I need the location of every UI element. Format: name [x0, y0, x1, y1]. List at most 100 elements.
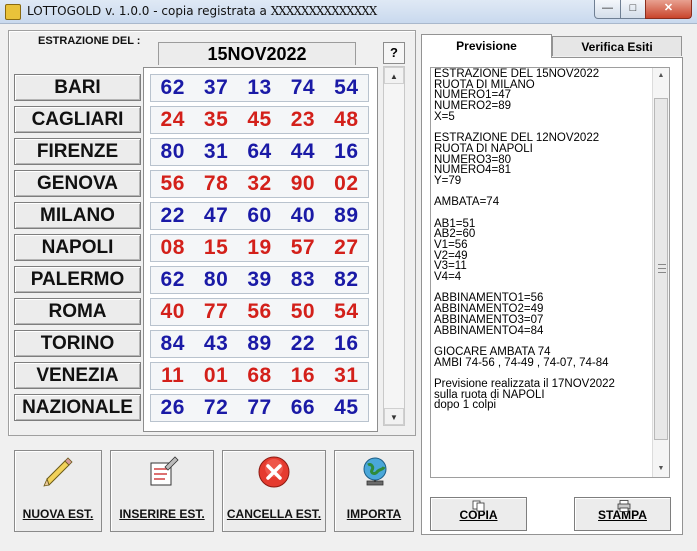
tab-forecast[interactable]: Previsione	[421, 34, 552, 58]
help-button[interactable]: ?	[383, 42, 405, 64]
memo-scroll-thumb[interactable]	[654, 98, 668, 440]
drawn-number: 82	[334, 268, 359, 291]
minimize-button[interactable]: —	[594, 0, 621, 19]
drawn-number: 01	[203, 364, 229, 387]
forecast-line: X=5	[434, 110, 455, 123]
memo-scroll-up-icon[interactable]: ▲	[653, 68, 669, 84]
drawn-number: 89	[247, 332, 272, 355]
drawn-number: 62	[160, 76, 185, 99]
extraction-label: ESTRAZIONE DEL :	[38, 35, 141, 47]
wheel-button-torino[interactable]: TORINO	[14, 330, 141, 357]
drawn-number: 32	[247, 172, 272, 195]
forecast-text-area[interactable]: ESTRAZIONE DEL 15NOV2022 RUOTA DI MILANO N…	[430, 67, 670, 478]
tab-verify-results[interactable]: Verifica Esiti	[552, 36, 682, 56]
wheel-button-firenze[interactable]: FIRENZE	[14, 138, 141, 165]
drawn-number: 45	[247, 108, 272, 131]
insert-extraction-button[interactable]: INSERIRE EST.	[110, 450, 214, 532]
app-icon	[5, 4, 21, 20]
drawn-number: 15	[203, 236, 229, 259]
drawn-number: 66	[290, 396, 316, 419]
numbers-row-roma: 40 77 56 50 54	[150, 298, 369, 326]
pencil-icon	[43, 457, 73, 487]
forecast-line: NUMERO2=89	[434, 100, 512, 113]
scroll-down-icon[interactable]: ▼	[384, 408, 404, 425]
drawn-number: 39	[247, 268, 272, 291]
grip-icon	[658, 264, 666, 273]
delete-x-icon	[258, 456, 290, 488]
drawn-number: 16	[334, 140, 359, 163]
numbers-row-bari: 62 37 13 74 54	[150, 74, 369, 102]
drawn-number: 26	[160, 396, 185, 419]
drawn-number: 11	[161, 364, 185, 387]
new-extraction-label: NUOVA EST.	[22, 507, 94, 521]
forecast-line: V3=11	[434, 260, 467, 273]
drawn-number: 45	[334, 396, 359, 419]
forecast-line: NUMERO4=81	[434, 164, 512, 177]
numbers-row-firenze: 80 31 64 44 16	[150, 138, 369, 166]
maximize-button[interactable]: □	[620, 0, 646, 19]
drawn-number: 31	[334, 364, 359, 387]
numbers-grid: 62 37 13 74 54 24 35 45 23 48 80 31 64 44 16 56 78 32 90 02…	[143, 67, 378, 432]
wheel-button-cagliari[interactable]: CAGLIARI	[14, 106, 141, 133]
title-prefix: LOTTOGOLD v. 1.0.0 - copia registrata a	[27, 4, 271, 18]
drawn-number: 02	[334, 172, 359, 195]
wheel-button-milano[interactable]: MILANO	[14, 202, 141, 229]
forecast-scrollbar[interactable]: ▲ ▼	[652, 68, 669, 477]
drawn-number: 44	[290, 140, 316, 163]
drawn-number: 40	[290, 204, 316, 227]
memo-scroll-down-icon[interactable]: ▼	[653, 461, 669, 477]
registered-owner: XXXXXXXXXXXXXX	[270, 4, 378, 18]
numbers-row-torino: 84 43 89 22 16	[150, 330, 369, 358]
drawn-number: 83	[290, 268, 316, 291]
wheel-button-palermo[interactable]: PALERMO	[14, 266, 141, 293]
drawn-number: 56	[160, 172, 185, 195]
drawn-number: 57	[290, 236, 316, 259]
copy-button[interactable]: COPIA	[430, 497, 527, 531]
wheel-button-venezia[interactable]: VENEZIA	[14, 362, 141, 389]
printer-icon	[617, 500, 631, 512]
import-button[interactable]: IMPORTA	[334, 450, 414, 532]
wheel-button-napoli[interactable]: NAPOLI	[14, 234, 141, 261]
print-button[interactable]: STAMPA	[574, 497, 671, 531]
extraction-date: 15NOV2022	[158, 42, 356, 65]
forecast-line: dopo 1 colpi	[434, 399, 497, 412]
drawn-number: 16	[334, 332, 359, 355]
numbers-row-cagliari: 24 35 45 23 48	[150, 106, 369, 134]
edit-document-icon	[150, 456, 179, 486]
globe-icon	[363, 457, 387, 486]
drawn-number: 84	[160, 332, 185, 355]
drawn-number: 74	[290, 76, 316, 99]
window-title: LOTTOGOLD v. 1.0.0 - copia registrata a …	[27, 4, 378, 18]
drawn-number: 27	[334, 236, 359, 259]
drawn-number: 22	[290, 332, 316, 355]
drawn-number: 89	[334, 204, 359, 227]
wheel-button-genova[interactable]: GENOVA	[14, 170, 141, 197]
wheel-button-roma[interactable]: ROMA	[14, 298, 141, 325]
drawn-number: 37	[203, 76, 229, 99]
forecast-line: ABBINAMENTO4=84	[434, 324, 544, 337]
drawn-number: 77	[247, 396, 272, 419]
drawn-number: 08	[160, 236, 185, 259]
drawn-number: 22	[160, 204, 185, 227]
drawn-number: 60	[247, 204, 272, 227]
delete-extraction-label: CANCELLA EST.	[226, 507, 322, 521]
drawn-number: 80	[203, 268, 229, 291]
forecast-line: ABBINAMENTO3=07	[434, 313, 544, 326]
drawn-number: 43	[203, 332, 229, 355]
forecast-panel: Previsione Verifica Esiti ESTRAZIONE DEL…	[421, 34, 683, 535]
new-extraction-button[interactable]: NUOVA EST.	[14, 450, 102, 532]
draw-scrollbar[interactable]: ▲ ▼	[383, 66, 405, 426]
drawn-number: 19	[247, 236, 272, 259]
forecast-line: V4=4	[434, 271, 462, 284]
wheel-button-bari[interactable]: BARI	[14, 74, 141, 101]
title-bar[interactable]: LOTTOGOLD v. 1.0.0 - copia registrata a …	[0, 0, 697, 24]
scroll-up-icon[interactable]: ▲	[384, 67, 404, 84]
drawn-number: 31	[203, 140, 229, 163]
delete-extraction-button[interactable]: CANCELLA EST.	[222, 450, 326, 532]
close-button[interactable]: ✕	[645, 0, 692, 19]
forecast-line: AMBATA=74	[434, 196, 500, 209]
wheel-button-nazionale[interactable]: NAZIONALE	[14, 394, 141, 421]
drawn-number: 64	[247, 140, 272, 163]
copy-icon	[472, 500, 485, 512]
numbers-row-venezia: 11 01 68 16 31	[150, 362, 369, 390]
